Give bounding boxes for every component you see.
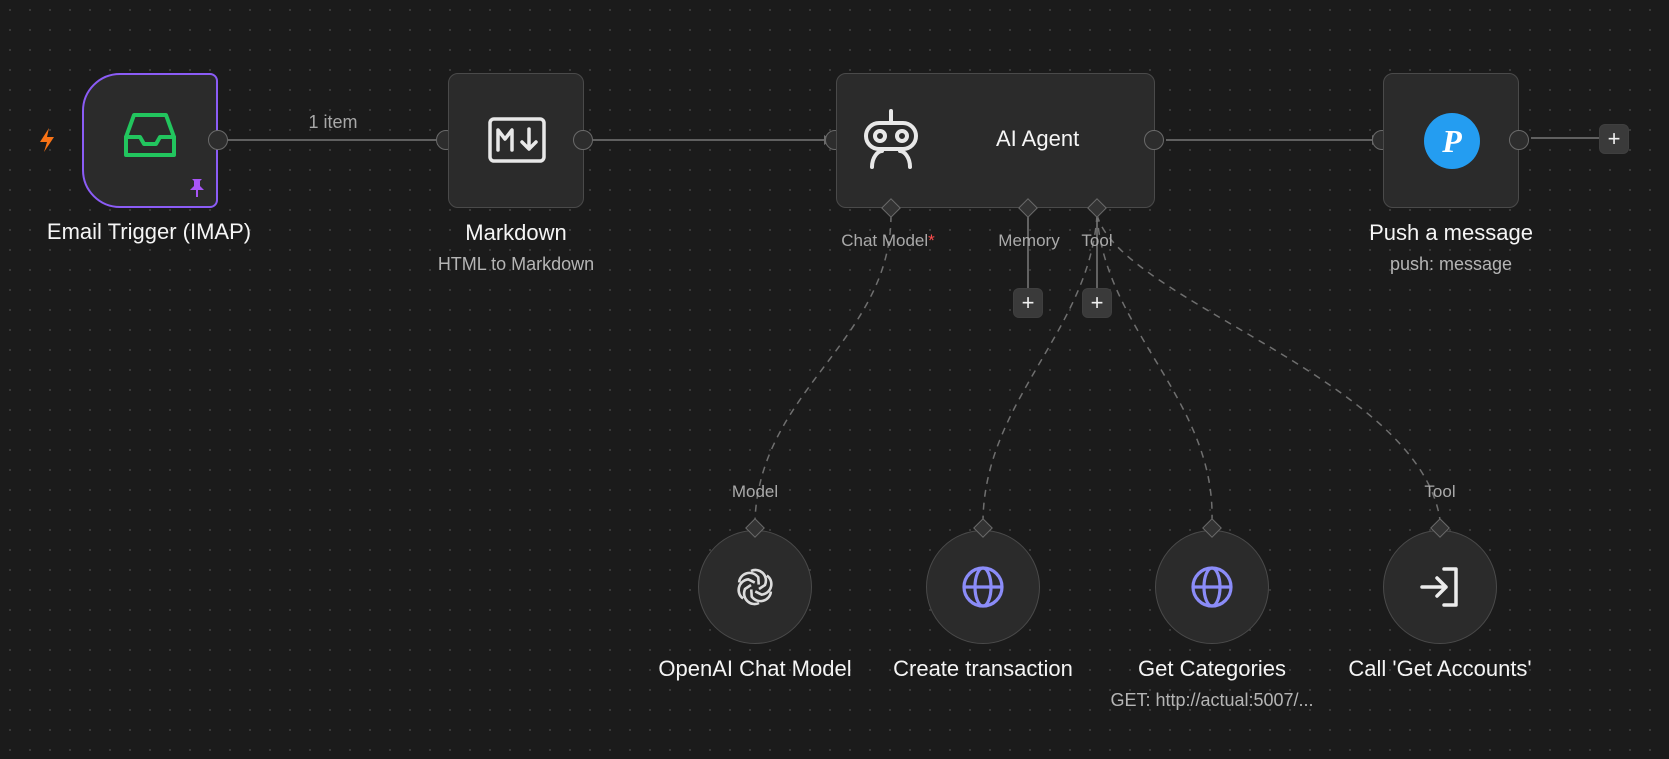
push-message-title: Push a message xyxy=(1369,220,1533,245)
create-transaction-node[interactable] xyxy=(926,530,1040,644)
wire-tool-accounts xyxy=(1096,214,1441,521)
openai-icon xyxy=(732,564,778,610)
pin-icon[interactable] xyxy=(187,178,207,198)
get-categories-node[interactable] xyxy=(1155,530,1269,644)
pushover-icon: P xyxy=(1423,112,1481,170)
get-categories-subtitle: GET: http://actual:5007/... xyxy=(1110,690,1314,710)
add-next-node-button[interactable]: + xyxy=(1599,124,1629,154)
globe-icon xyxy=(961,565,1005,609)
chat-model-port-label: Chat Model* xyxy=(841,231,935,250)
openai-chat-model-node[interactable] xyxy=(698,530,812,644)
push-message-subtitle: push: message xyxy=(1389,254,1513,274)
openai-model-port-label: Model xyxy=(731,482,779,501)
markdown-output-handle[interactable] xyxy=(573,130,593,150)
push-output-handle[interactable] xyxy=(1509,130,1529,150)
add-tool-button[interactable]: + xyxy=(1082,288,1112,318)
markdown-title: Markdown xyxy=(465,220,567,245)
memory-port-label: Memory xyxy=(998,231,1060,250)
wire-tool-create xyxy=(982,214,1098,521)
openai-chat-model-title: OpenAI Chat Model xyxy=(658,656,852,681)
bolt-icon xyxy=(36,126,58,154)
create-transaction-title: Create transaction xyxy=(893,656,1073,681)
edge-item-count: 1 item xyxy=(308,112,358,132)
call-accounts-port-label: Tool xyxy=(1424,482,1456,501)
email-trigger-output-handle[interactable] xyxy=(208,130,228,150)
push-message-node[interactable]: P xyxy=(1383,73,1519,208)
inbox-icon xyxy=(122,111,178,161)
svg-text:P: P xyxy=(1441,123,1462,159)
get-categories-title: Get Categories xyxy=(1138,656,1286,681)
ai-agent-node[interactable]: AI Agent xyxy=(836,73,1155,208)
ai-agent-output-handle[interactable] xyxy=(1144,130,1164,150)
wire-chatmodel-openai xyxy=(754,214,892,521)
email-trigger-node[interactable] xyxy=(82,73,218,208)
markdown-icon xyxy=(487,116,547,164)
markdown-node[interactable] xyxy=(448,73,584,208)
globe-icon xyxy=(1190,565,1234,609)
call-get-accounts-title: Call 'Get Accounts' xyxy=(1348,656,1532,681)
ai-agent-title: AI Agent xyxy=(996,126,1080,151)
sign-in-arrow-icon xyxy=(1418,565,1462,609)
robot-icon xyxy=(859,108,923,172)
add-memory-button[interactable]: + xyxy=(1013,288,1043,318)
email-trigger-title: Email Trigger (IMAP) xyxy=(46,219,252,244)
call-get-accounts-node[interactable] xyxy=(1383,530,1497,644)
wire-tool-categories xyxy=(1096,214,1213,521)
markdown-subtitle: HTML to Markdown xyxy=(437,254,595,274)
tool-port-label: Tool xyxy=(1081,231,1113,250)
